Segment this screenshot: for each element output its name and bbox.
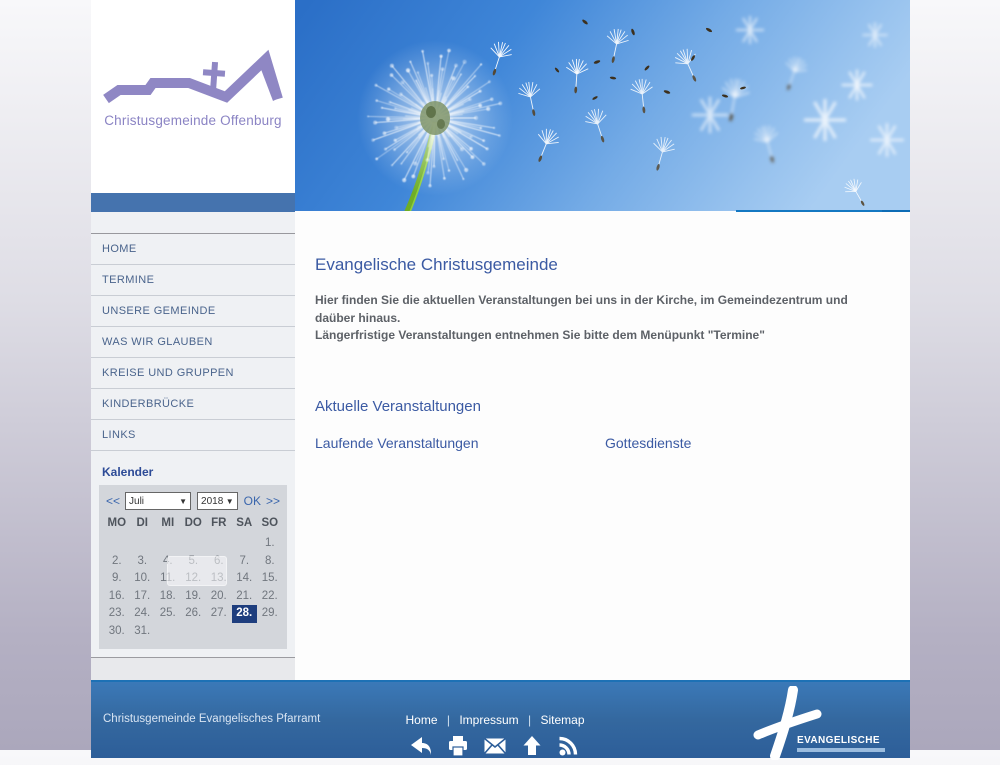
calendar-day[interactable]: 10. (130, 570, 156, 588)
calendar-day[interactable]: 27. (206, 605, 232, 623)
calendar-day-empty (130, 535, 156, 553)
back-icon[interactable] (410, 735, 432, 757)
print-icon[interactable] (447, 735, 469, 757)
intro-text: Hier finden Sie die aktuellen Veranstalt… (315, 292, 890, 345)
footer-nav: Home | Impressum | Sitemap (365, 713, 625, 727)
calendar-day[interactable]: 20. (206, 588, 232, 606)
calendar-day[interactable]: 30. (104, 623, 130, 641)
calendar-weekday: SO (257, 517, 283, 535)
calendar-day[interactable]: 8. (257, 553, 283, 571)
calendar-day[interactable]: 23. (104, 605, 130, 623)
calendar-day[interactable]: 25. (155, 605, 181, 623)
calendar-day[interactable]: 21. (232, 588, 258, 606)
sidebar-item-unsere-gemeinde[interactable]: UNSERE GEMEINDE (91, 296, 295, 327)
page-title: Evangelische Christusgemeinde (315, 255, 890, 275)
calendar-day-empty (155, 623, 181, 641)
church-roof-logo-icon (91, 0, 295, 193)
sidebar-item-links[interactable]: LINKS (91, 420, 295, 451)
rss-icon[interactable] (558, 735, 580, 757)
year-select[interactable]: 2018 ▼ (197, 492, 238, 510)
calendar-day[interactable]: 18. (155, 588, 181, 606)
separator: | (528, 713, 531, 727)
main-content: Evangelische Christusgemeinde Hier finde… (295, 212, 910, 680)
footer-link-home[interactable]: Home (405, 713, 437, 727)
calendar-day-empty (181, 535, 207, 553)
sidebar-item-kinderbr-cke[interactable]: KINDERBRÜCKE (91, 389, 295, 420)
up-icon[interactable] (521, 735, 543, 757)
calendar-title: Kalender (102, 465, 295, 479)
footer-link-sitemap[interactable]: Sitemap (540, 713, 584, 727)
chevron-down-icon: ▼ (226, 497, 234, 506)
month-select[interactable]: Juli ▼ (125, 492, 191, 510)
calendar-day-empty (104, 535, 130, 553)
site-logo[interactable]: Christusgemeinde Offenburg (91, 0, 295, 193)
calendar-day[interactable]: 16. (104, 588, 130, 606)
calendar-ok-button[interactable]: OK (241, 494, 264, 508)
logo-accent-bar (91, 193, 295, 212)
evangelische-logo: EVANGELISCHE (751, 686, 901, 760)
calendar-day[interactable]: 15. (257, 570, 283, 588)
section-heading: Aktuelle Veranstaltungen (315, 398, 890, 415)
calendar-day[interactable]: 29. (257, 605, 283, 623)
month-select-value: Juli (129, 496, 144, 507)
calendar-tooltip-ghost (167, 556, 227, 586)
page-wrapper: Christusgemeinde Offenburg (91, 0, 910, 680)
link-laufende-veranstaltungen[interactable]: Laufende Veranstaltungen (315, 435, 605, 451)
calendar-day-empty (206, 623, 232, 641)
calendar-weekday: DI (130, 517, 156, 535)
link-gottesdienste[interactable]: Gottesdienste (605, 435, 691, 451)
calendar-day[interactable]: 22. (257, 588, 283, 606)
calendar-day[interactable]: 24. (130, 605, 156, 623)
calendar-weekday: MI (155, 517, 181, 535)
sidebar-bottom-strip (91, 657, 295, 680)
calendar-day[interactable]: 1. (257, 535, 283, 553)
logo-subline-cutoff (797, 748, 885, 752)
calendar-day[interactable]: 14. (232, 570, 258, 588)
header-photo-dandelion (295, 0, 910, 212)
sidebar-item-termine[interactable]: TERMINE (91, 265, 295, 296)
intro-line-2: Längerfristige Veranstaltungen entnehmen… (315, 327, 890, 345)
sidebar: HOMETERMINEUNSERE GEMEINDEWAS WIR GLAUBE… (91, 212, 295, 680)
calendar-day[interactable]: 2. (104, 553, 130, 571)
calendar-day[interactable]: 26. (181, 605, 207, 623)
calendar-day[interactable]: 31. (130, 623, 156, 641)
chevron-down-icon: ▼ (179, 497, 187, 506)
calendar-day[interactable]: 19. (181, 588, 207, 606)
mail-icon[interactable] (484, 735, 506, 757)
calendar-day[interactable]: 17. (130, 588, 156, 606)
calendar-day[interactable]: 3. (130, 553, 156, 571)
intro-line-1: Hier finden Sie die aktuellen Veranstalt… (315, 292, 890, 327)
calendar-day-empty (155, 535, 181, 553)
sidebar-item-kreise-und-gruppen[interactable]: KREISE UND GRUPPEN (91, 358, 295, 389)
calendar-weekday: SA (232, 517, 258, 535)
footer: Christusgemeinde Evangelisches Pfarramt … (91, 680, 910, 758)
calendar-day-empty (232, 535, 258, 553)
sidebar-item-home[interactable]: HOME (91, 234, 295, 265)
calendar-day[interactable]: 9. (104, 570, 130, 588)
calendar-day-empty (181, 623, 207, 641)
year-select-value: 2018 (201, 496, 223, 507)
sidebar-nav: HOMETERMINEUNSERE GEMEINDEWAS WIR GLAUBE… (91, 233, 295, 451)
calendar-widget: << Juli ▼ 2018 ▼ OK >> MODIMIDOFRSASO1. 2… (99, 485, 287, 649)
calendar-day-empty (257, 623, 283, 641)
logo-text: Christusgemeinde Offenburg (91, 113, 295, 128)
footer-left-text: Christusgemeinde Evangelisches Pfarramt (103, 713, 320, 725)
separator: | (447, 713, 450, 727)
footer-link-impressum[interactable]: Impressum (459, 713, 518, 727)
calendar-day-empty (206, 535, 232, 553)
calendar-day-empty (232, 623, 258, 641)
calendar-prev-button[interactable]: << (104, 494, 122, 508)
evangelische-logo-text: EVANGELISCHE (797, 735, 880, 746)
calendar-day[interactable]: 7. (232, 553, 258, 571)
calendar-weekday: MO (104, 517, 130, 535)
calendar-weekday: DO (181, 517, 207, 535)
calendar-weekday: FR (206, 517, 232, 535)
sidebar-item-was-wir-glauben[interactable]: WAS WIR GLAUBEN (91, 327, 295, 358)
calendar-next-button[interactable]: >> (264, 494, 282, 508)
calendar-day-selected[interactable]: 28. (232, 605, 258, 623)
